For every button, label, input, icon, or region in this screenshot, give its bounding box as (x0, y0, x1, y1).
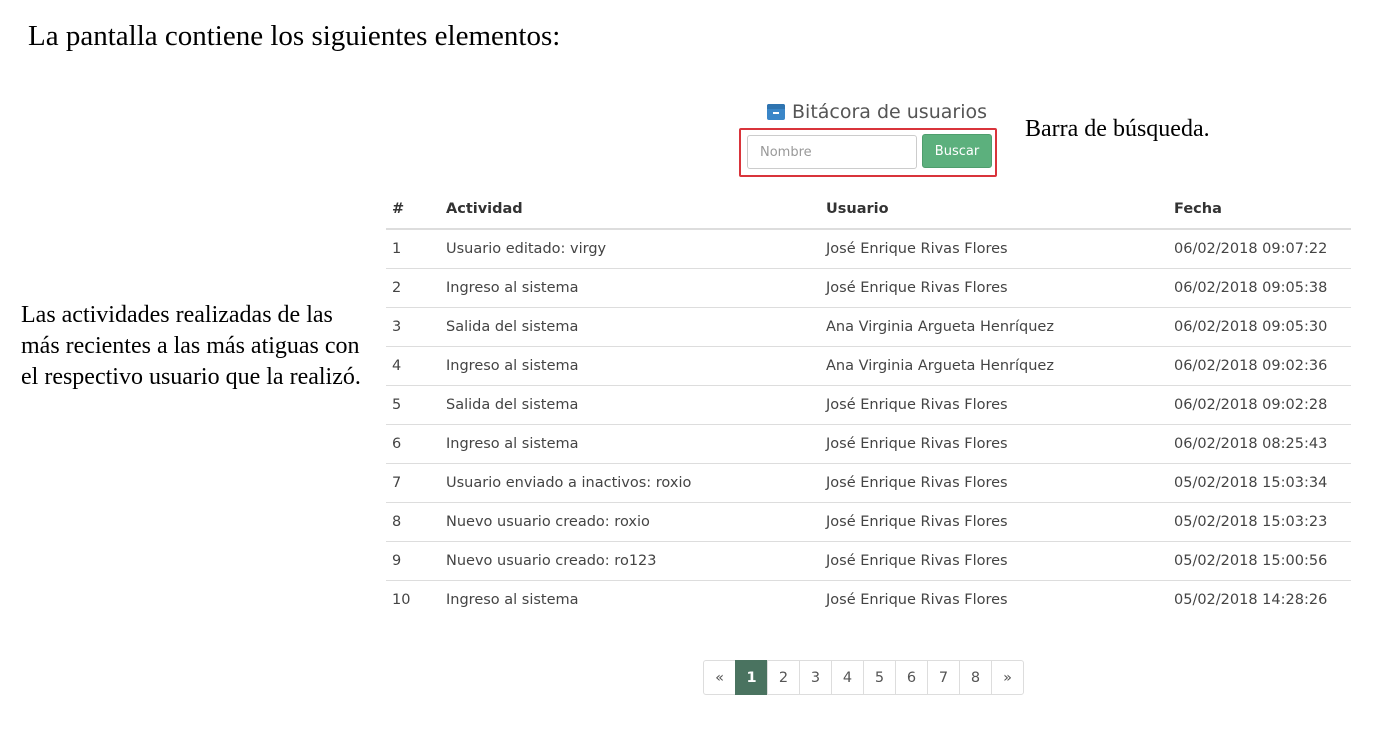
archive-icon (767, 104, 785, 120)
row-user: José Enrique Rivas Flores (826, 241, 1008, 257)
row-number: 10 (386, 580, 440, 619)
row-number: 7 (386, 463, 440, 503)
panel-title: Bitácora de usuarios (767, 99, 987, 125)
table-row: 8 Nuevo usuario creado: roxio José Enrique… (386, 502, 1351, 542)
row-user: José Enrique Rivas Flores (820, 502, 1168, 542)
row-user: Ana Virginia Argueta Henríquez (820, 307, 1168, 347)
row-date: 06/02/2018 09:02:36 (1168, 346, 1351, 386)
row-activity: Ingreso al sistema (440, 346, 820, 386)
row-date: 06/02/2018 09:02:28 (1168, 385, 1351, 425)
table-row: 6 Ingreso al sistema José Enrique Rivas Fl… (386, 424, 1351, 464)
search-input[interactable] (747, 135, 917, 169)
row-activity: Usuario editado: virgy (446, 241, 607, 257)
pagination-page-3[interactable]: 3 (799, 660, 832, 695)
row-number: 3 (386, 307, 440, 347)
row-user: José Enrique Rivas Flores (820, 463, 1168, 503)
table-header-row: # Actividad Usuario Fecha (386, 190, 1351, 230)
row-activity: Ingreso al sistema (440, 580, 820, 619)
header-user: Usuario (820, 190, 1168, 230)
panel-title-text: Bitácora de usuarios (792, 101, 988, 123)
header-activity: Actividad (440, 190, 820, 230)
pagination-page-1[interactable]: 1 (735, 660, 768, 695)
pagination-page-2[interactable]: 2 (767, 660, 800, 695)
row-date: 05/02/2018 15:03:23 (1168, 502, 1351, 542)
search-bar: Buscar (739, 128, 997, 177)
row-number: 2 (386, 268, 440, 308)
row-activity: Usuario enviado a inactivos: roxio (440, 463, 820, 503)
row-activity: Nuevo usuario creado: roxio (440, 502, 820, 542)
row-date: 06/02/2018 09:05:38 (1168, 268, 1351, 308)
row-date: 06/02/2018 09:07:22 (1174, 241, 1328, 257)
row-user: José Enrique Rivas Flores (820, 385, 1168, 425)
table-row: 9 Nuevo usuario creado: ro123 José Enrique… (386, 541, 1351, 581)
row-activity: Salida del sistema (440, 385, 820, 425)
table-row: 5 Salida del sistema José Enrique Rivas Fl… (386, 385, 1351, 425)
row-number: 9 (386, 541, 440, 581)
pagination-next-button[interactable]: » (991, 660, 1024, 695)
pagination-prev-button[interactable]: « (703, 660, 736, 695)
activity-log-table: # Actividad Usuario Fecha 1 Usuario edita… (386, 190, 1351, 619)
row-date: 06/02/2018 08:25:43 (1168, 424, 1351, 464)
row-date: 06/02/2018 09:05:30 (1168, 307, 1351, 347)
intro-text: La pantalla contiene los siguientes elem… (28, 20, 561, 52)
table-row: 3 Salida del sistema Ana Virginia Argueta … (386, 307, 1351, 347)
pagination-page-8[interactable]: 8 (959, 660, 992, 695)
row-number: 6 (386, 424, 440, 464)
pagination-page-5[interactable]: 5 (863, 660, 896, 695)
row-user: José Enrique Rivas Flores (820, 424, 1168, 464)
row-number: 1 (392, 241, 402, 257)
row-date: 05/02/2018 14:28:26 (1168, 580, 1351, 619)
activities-annotation: Las actividades realizadas de las más re… (21, 302, 361, 390)
row-user: José Enrique Rivas Flores (820, 268, 1168, 308)
row-number: 5 (386, 385, 440, 425)
header-date: Fecha (1168, 190, 1351, 230)
table-row: 10 Ingreso al sistema José Enrique Rivas F… (386, 580, 1351, 619)
row-activity: Ingreso al sistema (440, 424, 820, 464)
pagination-page-6[interactable]: 6 (895, 660, 928, 695)
row-user: José Enrique Rivas Flores (820, 541, 1168, 581)
header-num: # (386, 190, 440, 230)
pagination-page-7[interactable]: 7 (927, 660, 960, 695)
row-number: 4 (386, 346, 440, 386)
row-activity: Ingreso al sistema (440, 268, 820, 308)
pagination-page-4[interactable]: 4 (831, 660, 864, 695)
row-user: Ana Virginia Argueta Henríquez (820, 346, 1168, 386)
table-row: 2 Ingreso al sistema José Enrique Rivas Fl… (386, 268, 1351, 308)
table-row: 1 Usuario editado: virgy José Enrique Riva… (386, 229, 1351, 269)
row-user: José Enrique Rivas Flores (820, 580, 1168, 619)
pagination: «1 2 3 4 5 6 7 8» (703, 660, 1024, 695)
row-date: 05/02/2018 15:00:56 (1168, 541, 1351, 581)
table-row: 7 Usuario enviado a inactivos: roxio José … (386, 463, 1351, 503)
search-bar-annotation: Barra de búsqueda. (1025, 116, 1210, 142)
row-number: 8 (386, 502, 440, 542)
row-date: 05/02/2018 15:03:34 (1168, 463, 1351, 503)
row-activity: Nuevo usuario creado: ro123 (440, 541, 820, 581)
table-row: 4 Ingreso al sistema Ana Virginia Argueta … (386, 346, 1351, 386)
table-body: 1 Usuario editado: virgy José Enrique Riva… (386, 229, 1351, 619)
row-activity: Salida del sistema (440, 307, 820, 347)
search-button[interactable]: Buscar (922, 134, 992, 168)
